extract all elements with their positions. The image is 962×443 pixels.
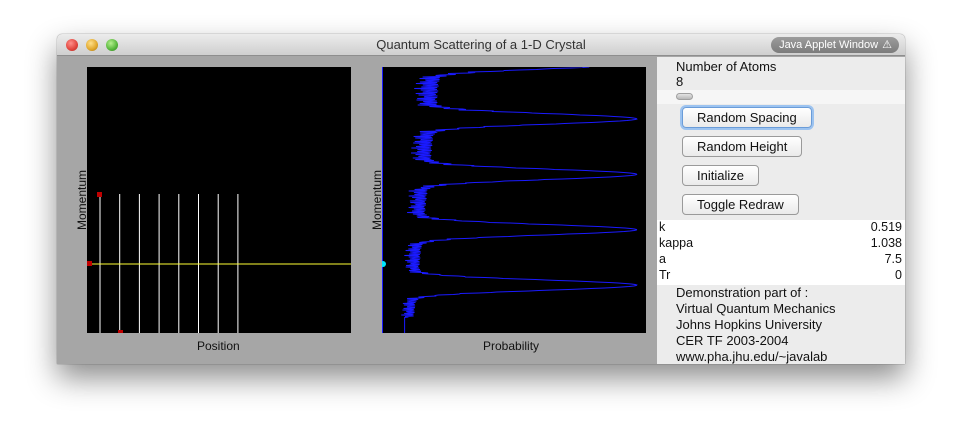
probability-plot-canvas <box>382 67 638 333</box>
right-plot-ylabel: Momentum <box>370 169 385 231</box>
atoms-count-label: Number of Atoms <box>676 59 777 74</box>
java-applet-badge[interactable]: Java Applet Window ⚠ <box>771 37 899 53</box>
probability-curve <box>401 67 638 333</box>
credit-line: Demonstration part of : <box>676 285 809 300</box>
random-spacing-button[interactable]: Random Spacing <box>682 107 812 128</box>
param-value: 7.5 <box>884 252 902 266</box>
param-row: kappa 1.038 <box>657 236 905 252</box>
param-name: a <box>659 252 666 266</box>
applet-window: Quantum Scattering of a 1-D Crystal Java… <box>57 34 905 364</box>
param-value: 0 <box>895 268 902 282</box>
energy-handle-marker <box>87 261 92 266</box>
spacing-handle-marker <box>118 330 123 333</box>
credit-line: www.pha.jhu.edu/~javalab <box>676 349 828 364</box>
probability-momentum-plot <box>382 67 646 333</box>
param-row: k 0.519 <box>657 220 905 236</box>
parameters-table: k 0.519 kappa 1.038 a 7.5 Tr 0 <box>657 220 905 285</box>
warning-triangle-icon: ⚠ <box>882 39 892 51</box>
right-plot-xlabel: Probability <box>483 339 540 353</box>
control-panel: Number of Atoms 8 Random Spacing Random … <box>657 57 905 364</box>
param-row: a 7.5 <box>657 252 905 268</box>
position-plot-canvas <box>87 192 351 333</box>
random-height-button[interactable]: Random Height <box>682 136 803 157</box>
demonstration-credits: Demonstration part of : Virtual Quantum … <box>676 285 835 364</box>
param-value: 1.038 <box>870 236 902 250</box>
param-name: kappa <box>659 236 694 250</box>
toggle-redraw-button[interactable]: Toggle Redraw <box>682 194 799 215</box>
left-plot-xlabel: Position <box>197 339 240 353</box>
credit-line: CER TF 2003-2004 <box>676 333 789 348</box>
param-name: k <box>659 220 666 234</box>
param-row: Tr 0 <box>657 268 905 284</box>
left-plot-ylabel: Momentum <box>75 169 90 231</box>
atoms-count-value: 8 <box>676 74 684 89</box>
applet-content: Position Momentum Probability Momentum N… <box>57 57 905 364</box>
probe-marker <box>382 261 386 267</box>
position-momentum-plot[interactable] <box>87 67 351 333</box>
credit-line: Virtual Quantum Mechanics <box>676 301 836 316</box>
height-handle-marker <box>97 192 102 197</box>
atoms-slider-track[interactable] <box>657 90 905 104</box>
initialize-button[interactable]: Initialize <box>682 165 759 186</box>
credit-line: Johns Hopkins University <box>676 317 822 332</box>
applet-badge-label: Java Applet Window <box>779 39 879 51</box>
param-value: 0.519 <box>870 220 902 234</box>
title-bar[interactable]: Quantum Scattering of a 1-D Crystal Java… <box>57 34 905 56</box>
atoms-slider-thumb[interactable] <box>676 93 693 100</box>
param-name: Tr <box>659 268 671 282</box>
